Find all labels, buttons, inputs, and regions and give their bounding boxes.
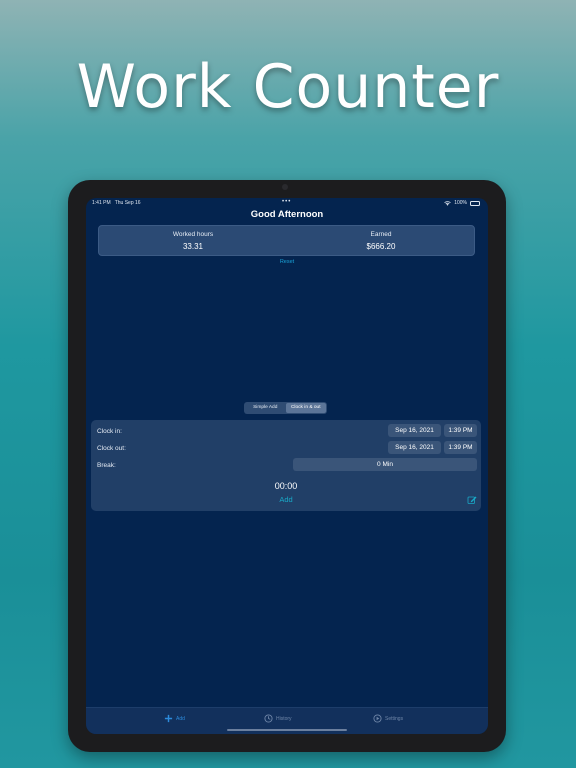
- earned-value: $666.20: [366, 242, 396, 251]
- stats-card: Worked hours 33.31 Earned $666.20: [98, 225, 475, 256]
- home-indicator[interactable]: [227, 729, 347, 731]
- plus-icon: [164, 714, 173, 723]
- clock-history-icon: [264, 714, 273, 723]
- wifi-icon: [444, 200, 451, 206]
- worked-hours-label: Worked hours: [172, 231, 214, 238]
- edit-icon[interactable]: [467, 495, 477, 505]
- tab-history[interactable]: History: [264, 714, 292, 723]
- status-bar: 1:41 PM Thu Sep 16 ••• 100%: [86, 199, 488, 208]
- clock-entry-card: Clock in: Sep 16, 2021 1:39 PM Clock out…: [91, 420, 481, 511]
- battery-icon: [470, 200, 480, 206]
- status-date: Thu Sep 16: [114, 200, 141, 206]
- segment-clock-in-out[interactable]: Clock in & out: [285, 403, 326, 413]
- break-duration-picker[interactable]: 0 Min: [293, 458, 477, 471]
- clock-out-time-picker[interactable]: 1:39 PM: [444, 441, 477, 454]
- app-screen: 1:41 PM Thu Sep 16 ••• 100% Good Afterno…: [86, 198, 488, 734]
- reset-button[interactable]: Reset: [86, 259, 488, 265]
- app-headline: Work Counter: [76, 52, 500, 122]
- clock-in-date-picker[interactable]: Sep 16, 2021: [388, 424, 441, 437]
- clock-in-label: Clock in:: [97, 428, 122, 435]
- earned-stat: Earned $666.20: [287, 231, 475, 251]
- clock-out-label: Clock out:: [97, 445, 126, 452]
- status-time: 1:41 PM: [92, 200, 111, 206]
- front-camera: [282, 184, 288, 190]
- tab-settings-label: Settings: [385, 715, 404, 722]
- status-time-date: 1:41 PM Thu Sep 16: [92, 200, 141, 206]
- battery-percent: 100%: [454, 200, 467, 206]
- clock-in-time-picker[interactable]: 1:39 PM: [444, 424, 477, 437]
- tab-add[interactable]: Add: [164, 714, 185, 723]
- elapsed-timer: 00:00: [274, 481, 298, 491]
- settings-icon: [373, 714, 382, 723]
- add-entry-button[interactable]: Add: [91, 495, 481, 504]
- tab-settings[interactable]: Settings: [373, 714, 403, 723]
- tab-bar: Add History Settings: [86, 707, 488, 734]
- earned-label: Earned: [370, 231, 392, 238]
- tab-history-label: History: [276, 715, 292, 722]
- worked-hours-stat: Worked hours 33.31: [99, 231, 287, 251]
- mode-segmented-control[interactable]: Simple Add Clock in & out: [244, 402, 327, 414]
- worked-hours-value: 33.31: [182, 242, 204, 251]
- ipad-frame: 1:41 PM Thu Sep 16 ••• 100% Good Afterno…: [68, 180, 506, 752]
- greeting-title: Good Afternoon: [250, 209, 324, 220]
- status-indicators: 100%: [444, 200, 480, 206]
- clock-out-date-picker[interactable]: Sep 16, 2021: [388, 441, 441, 454]
- break-label: Break:: [97, 462, 116, 469]
- multitasking-dots[interactable]: •••: [282, 199, 291, 205]
- segment-simple-add[interactable]: Simple Add: [245, 403, 286, 413]
- tab-add-label: Add: [176, 715, 185, 722]
